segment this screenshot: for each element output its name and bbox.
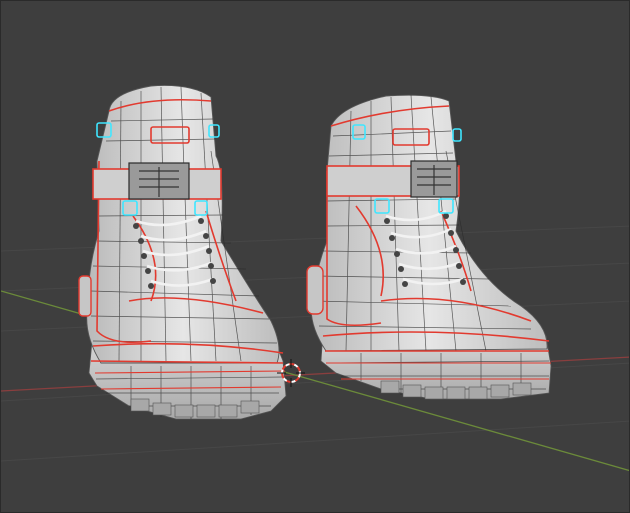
left-side-pouch[interactable] [78,275,92,317]
viewport-scene[interactable] [1,1,630,513]
3d-viewport[interactable] [0,0,630,513]
right-boot-mesh[interactable] [306,94,552,400]
left-boot-mesh[interactable] [78,85,287,420]
right-side-pouch[interactable] [306,265,324,315]
